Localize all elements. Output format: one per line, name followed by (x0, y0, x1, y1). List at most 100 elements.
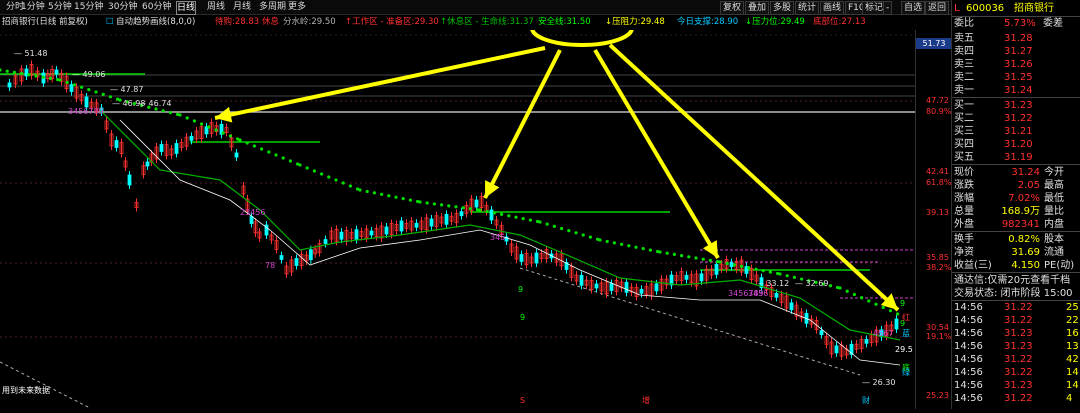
safety-line-dot (161, 109, 165, 113)
tick-price: 31.22 (1004, 302, 1033, 313)
period-tab-9[interactable]: 多周期 (259, 1, 286, 13)
y-axis-value-3: 39.13 (926, 208, 949, 217)
safety-line-dot (101, 92, 105, 96)
period-tab-10[interactable]: 更多 (288, 1, 306, 13)
indicator-name[interactable]: 自动趋势画线(8,0,0) (116, 16, 195, 28)
stat2-label-2: 流通 (1044, 247, 1064, 258)
period-tab-6[interactable]: 日线 (176, 1, 197, 15)
safety-line-dot (334, 178, 338, 182)
safety-line-dot (567, 229, 571, 233)
ask-row[interactable]: 卖二 31.25 (952, 71, 1080, 84)
toolbar-button-4[interactable]: 画线 (820, 1, 845, 15)
ask-row[interactable]: 卖四 31.27 (952, 45, 1080, 58)
annotation-arrow-1 (483, 49, 562, 199)
stat2-label: 净资 (954, 247, 974, 258)
stat2-label: 收益(三) (954, 260, 992, 271)
tick-row: 14:56 31.23 13 (952, 340, 1080, 353)
fib-pct-3: 19.1% (926, 332, 952, 341)
chart-canvas[interactable]: — 51.48— 49.06— 47.87— 46.98— 46.74-- 33… (0, 9, 915, 409)
bid-row[interactable]: 买一 31.23 (952, 99, 1080, 112)
bid-price: 31.20 (1004, 139, 1033, 150)
toolbar-button-2[interactable]: 多股 (770, 1, 795, 15)
safety-line-dot (408, 198, 412, 202)
notice-row[interactable]: 通达信:仅需20元查看千档 (952, 274, 1080, 287)
annotation-arrow-2 (593, 48, 720, 260)
safety-line-dot (852, 292, 857, 297)
toolbar-button-0[interactable]: 复权 (720, 1, 745, 15)
arrow-head-0 (215, 106, 233, 123)
safety-line-dot (507, 214, 511, 218)
indicator-infobar: 招商银行(日线 前复权) ☐ 自动趋势画线(8,0,0) 待购:28.83 休息分… (0, 15, 915, 29)
period-tab-3[interactable]: 15分钟 (74, 1, 103, 13)
safety-line-dot (754, 267, 758, 271)
safety-line-dot (200, 122, 204, 126)
stat-label: 现价 (954, 167, 974, 178)
side-label-4: 绿 (902, 368, 910, 377)
period-tab-4[interactable]: 30分钟 (108, 1, 137, 13)
candle-body (519, 254, 524, 262)
safety-line-dot (87, 88, 91, 92)
bid-price: 31.19 (1004, 152, 1033, 163)
bid-row[interactable]: 买五 31.19 (952, 151, 1080, 164)
safety-line-dot (545, 222, 549, 226)
safety-line-dot (552, 224, 557, 228)
period-tab-2[interactable]: 5分钟 (48, 1, 72, 13)
toolbar-button-7[interactable]: - (883, 1, 893, 15)
safety-line-dot (708, 258, 713, 262)
toolbar-button-1[interactable]: 叠加 (745, 1, 770, 15)
side-label-1: 蓝 (902, 328, 910, 338)
ask-row[interactable]: 卖一 31.24 (952, 84, 1080, 97)
safety-line-dot (888, 309, 893, 313)
checkbox-icon[interactable]: ☐ (106, 16, 114, 28)
period-tab-8[interactable]: 月线 (233, 1, 251, 13)
trend-line-2 (0, 361, 91, 409)
tick-volume: 13 (1066, 341, 1079, 352)
safety-line-dot (387, 194, 391, 198)
stock-code: 600036 (966, 3, 1005, 14)
safety-line-dot (538, 220, 542, 224)
info-item-0: 待购:28.83 (215, 17, 260, 27)
period-tab-1[interactable]: 1分钟 (21, 1, 45, 13)
ask-price: 31.28 (1004, 33, 1033, 44)
safety-line-dot (860, 296, 864, 300)
tick-time: 14:56 (954, 367, 983, 378)
notice-text[interactable]: 通达信:仅需20元查看千档 (954, 274, 1070, 287)
period-tab-7[interactable]: 周线 (207, 1, 225, 13)
bid-row[interactable]: 买二 31.22 (952, 112, 1080, 125)
candle-body (684, 274, 689, 280)
sequence-label-1: 23456 (240, 208, 265, 217)
stat-label: 涨幅 (954, 193, 974, 204)
safety-line-dot (365, 189, 369, 194)
wc-label: 委差 (1043, 18, 1063, 29)
ask-row[interactable]: 卖五 31.28 (952, 32, 1080, 45)
ask-price: 31.25 (1004, 72, 1033, 83)
candle-body (294, 258, 299, 266)
safety-line-dot (372, 191, 376, 195)
candle-body (864, 338, 869, 344)
toolbar-button-9[interactable]: 返回 (925, 1, 950, 15)
candlestick-chart[interactable]: — 51.48— 49.06— 47.87— 46.98— 46.74 -- 33… (0, 9, 915, 409)
safety-line-dot (665, 251, 669, 255)
ask-label: 卖三 (954, 59, 974, 70)
ask-row[interactable]: 卖三 31.26 (952, 58, 1080, 71)
tick-row: 14:56 31.22 4 (952, 392, 1080, 405)
toolbar-button-8[interactable]: 自选 (901, 1, 926, 15)
tick-time: 14:56 (954, 328, 983, 339)
bid-row[interactable]: 买三 31.21 (952, 125, 1080, 138)
stat-value: 7.02% (1008, 193, 1040, 204)
stat-label: 外盘 (954, 219, 974, 230)
trade-state-row: 交易状态: 闭市阶段 15:00 (952, 287, 1080, 300)
sequence-label-6: 9 (520, 313, 525, 322)
event-mark-1: 增 (642, 395, 650, 405)
stat-row: 涨幅 7.02% 最低 (952, 192, 1080, 205)
stat2-row: 换手 0.82% 股本 (952, 233, 1080, 246)
safety-line-dot (672, 252, 677, 256)
tick-volume: 16 (1066, 328, 1079, 339)
stat-row: 现价 31.24 今开 (952, 166, 1080, 179)
period-tab-5[interactable]: 60分钟 (142, 1, 171, 13)
toolbar-button-3[interactable]: 统计 (795, 1, 820, 15)
price-label-4: — 46.74 (138, 99, 171, 108)
safety-line-dot (478, 208, 482, 212)
bid-row[interactable]: 买四 31.20 (952, 138, 1080, 151)
safety-line-dot (874, 302, 878, 306)
